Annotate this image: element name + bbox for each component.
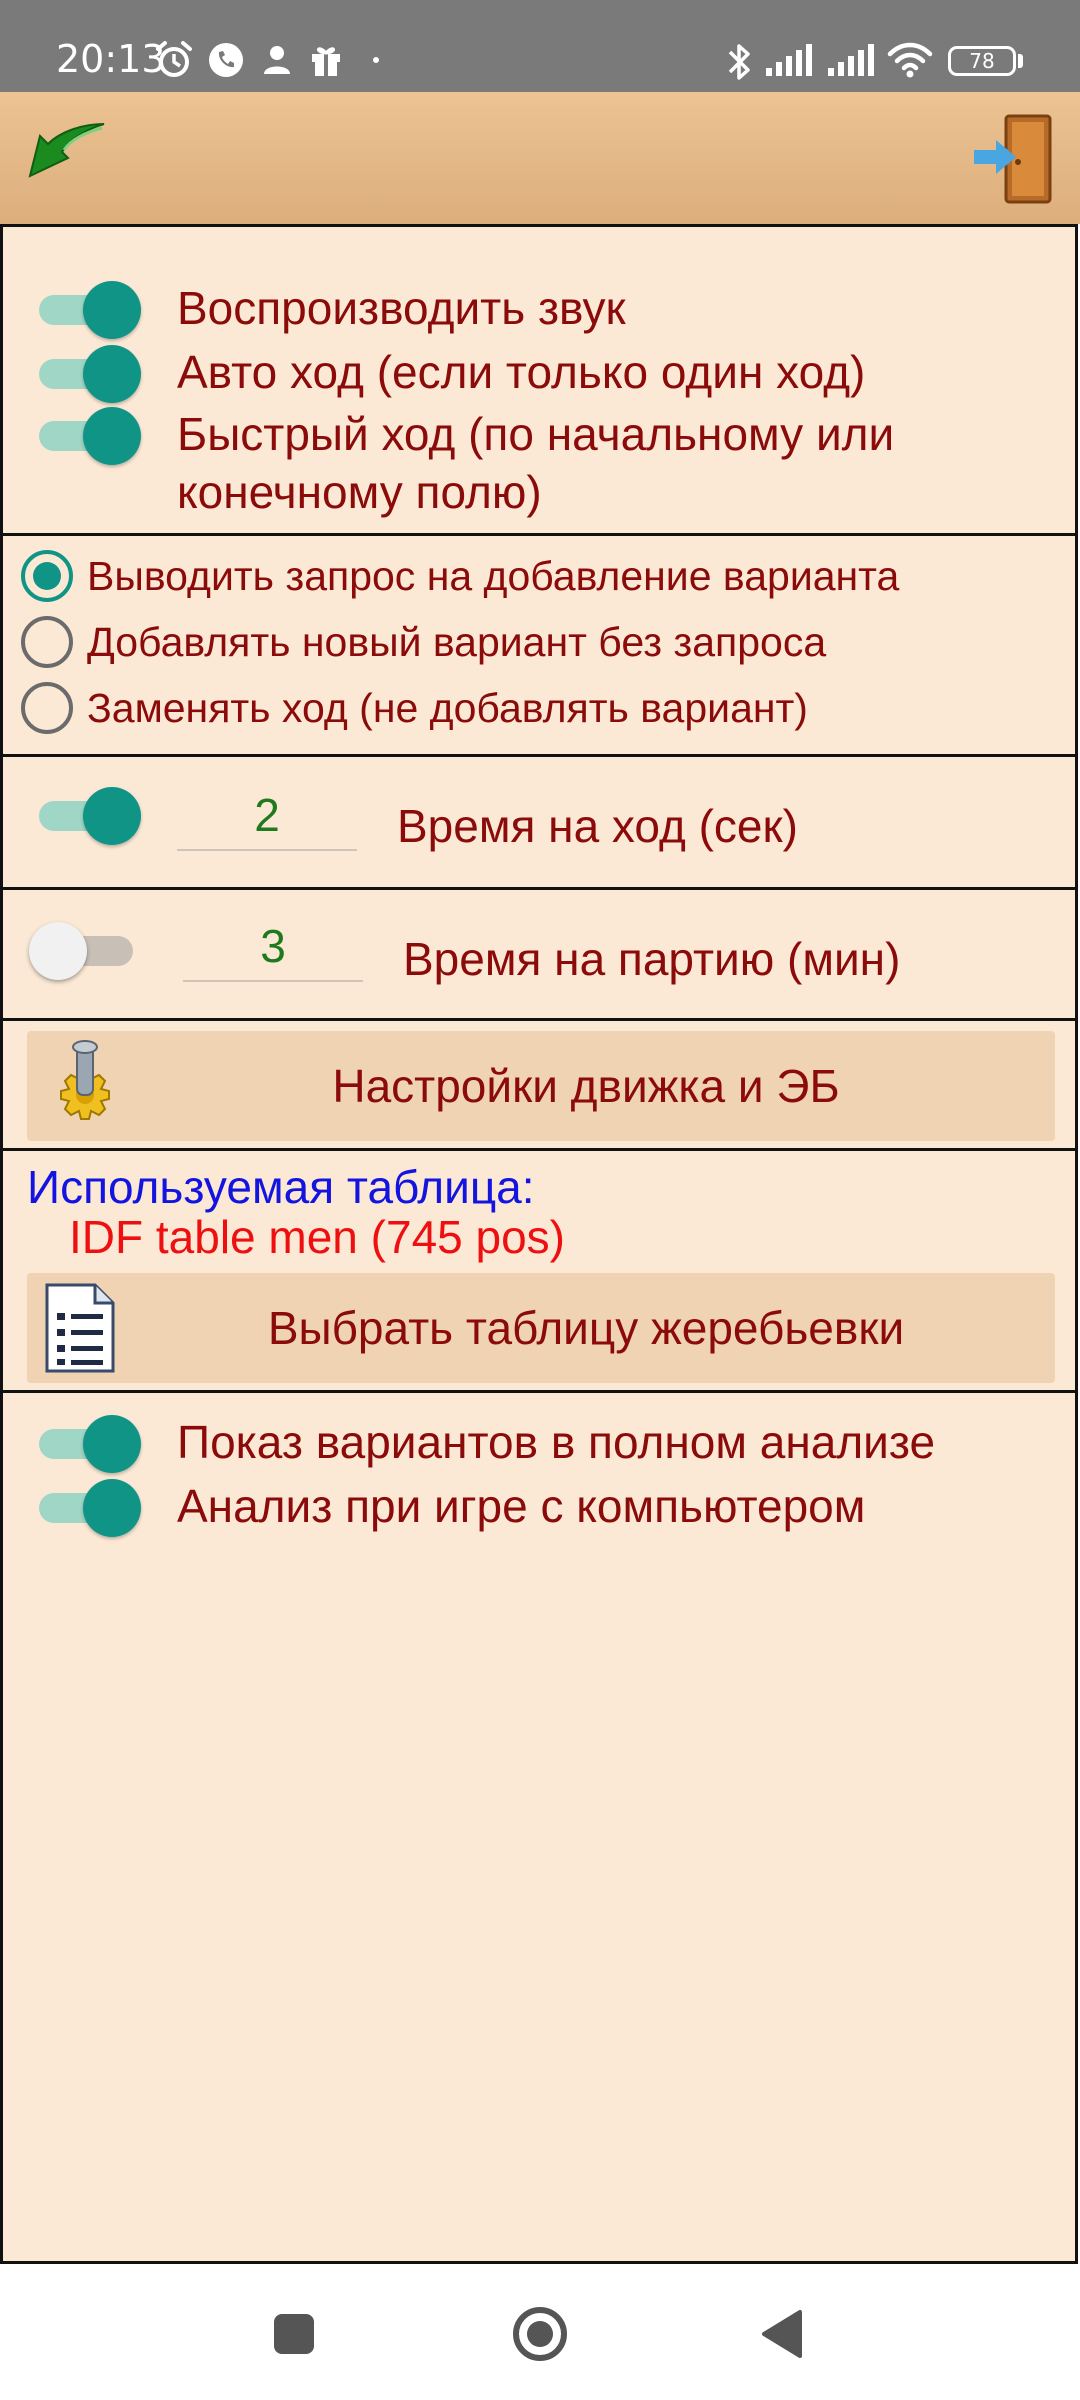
sound-and-move-section: Воспроизводить звук Авто ход (если тольк… <box>3 227 1075 536</box>
toolbar <box>0 92 1080 224</box>
settings-panel: Воспроизводить звук Авто ход (если тольк… <box>0 224 1078 2264</box>
radio-add-variant[interactable] <box>21 616 73 668</box>
quick-move-label-line2: конечному полю) <box>177 466 542 518</box>
radio-ask-variant[interactable] <box>21 550 73 602</box>
battery-icon: 78 <box>948 46 1016 76</box>
bluetooth-icon <box>728 44 750 80</box>
person-icon <box>264 46 290 74</box>
back-triangle-icon[interactable] <box>748 2298 820 2370</box>
back-arrow-icon[interactable] <box>20 118 110 198</box>
engine-settings-button[interactable]: Настройки движка и ЭБ <box>27 1031 1055 1141</box>
signal-icon <box>766 44 812 76</box>
variant-mode-section: Выводить запрос на добавление варианта Д… <box>3 536 1075 757</box>
auto-move-label: Авто ход (если только один ход) <box>177 346 866 398</box>
radio-ask-variant-label: Выводить запрос на добавление варианта <box>87 553 900 599</box>
call-icon <box>209 43 243 77</box>
wifi-icon <box>887 42 933 78</box>
status-time: 20:13 <box>56 37 166 81</box>
screen: 20:13 78 Воспроизводить звук Авто ход (е… <box>0 0 1080 2400</box>
sound-label: Воспроизводить звук <box>177 282 626 334</box>
quick-move-label: Быстрый ход (по начальному или <box>177 408 895 460</box>
dot-icon <box>373 57 379 63</box>
quick-move-toggle[interactable] <box>33 407 143 465</box>
document-list-icon <box>45 1283 115 1373</box>
full-analysis-label: Показ вариантов в полном анализе <box>177 1416 936 1468</box>
move-time-toggle[interactable] <box>33 787 143 845</box>
recent-apps-icon[interactable] <box>258 2298 330 2370</box>
auto-move-toggle[interactable] <box>33 345 143 403</box>
full-analysis-toggle[interactable] <box>33 1415 143 1473</box>
signal-icon <box>828 44 874 76</box>
sound-toggle[interactable] <box>33 281 143 339</box>
move-time-input[interactable]: 2 <box>177 787 357 851</box>
move-time-label: Время на ход (сек) <box>397 800 798 852</box>
radio-replace-move-label: Заменять ход (не добавлять вариант) <box>87 685 808 731</box>
game-time-toggle[interactable] <box>29 922 139 980</box>
table-section: Используемая таблица: IDF table men (745… <box>3 1151 1075 1393</box>
computer-analysis-toggle[interactable] <box>33 1479 143 1537</box>
move-time-section: 2 Время на ход (сек) <box>3 757 1075 890</box>
alarm-icon <box>156 41 192 77</box>
game-time-label: Время на партию (мин) <box>403 933 901 985</box>
table-heading: Используемая таблица: <box>27 1161 535 1213</box>
choose-table-button[interactable]: Выбрать таблицу жеребьевки <box>27 1273 1055 1383</box>
settings-gear-icon <box>60 1040 110 1120</box>
game-time-input[interactable]: 3 <box>183 918 363 982</box>
radio-replace-move[interactable] <box>21 682 73 734</box>
home-icon[interactable] <box>504 2298 576 2370</box>
status-bar: 20:13 78 <box>0 0 1080 92</box>
engine-section: Настройки движка и ЭБ <box>3 1021 1075 1151</box>
exit-door-icon[interactable] <box>972 112 1056 208</box>
battery-tip <box>1018 54 1023 68</box>
navigation-bar <box>0 2264 1080 2400</box>
engine-settings-label: Настройки движка и ЭБ <box>332 1060 840 1112</box>
table-name: IDF table men (745 pos) <box>69 1211 566 1263</box>
radio-add-variant-label: Добавлять новый вариант без запроса <box>87 619 827 665</box>
gift-icon <box>312 47 340 76</box>
computer-analysis-label: Анализ при игре с компьютером <box>177 1480 866 1532</box>
choose-table-label: Выбрать таблицу жеребьевки <box>267 1302 905 1354</box>
game-time-section: 3 Время на партию (мин) <box>3 890 1075 1021</box>
